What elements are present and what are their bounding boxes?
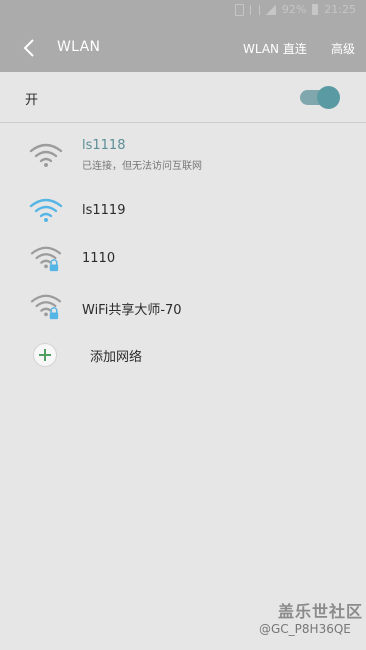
network-name: ls1118 xyxy=(82,138,126,153)
network-name: ls1119 xyxy=(82,203,126,218)
app-header: WLAN WLAN 直连 高级 xyxy=(0,24,366,72)
wifi-locked-icon xyxy=(30,246,62,272)
status-bar: 92% 21:25 xyxy=(0,0,366,24)
add-network-button[interactable]: 添加网络 xyxy=(0,334,366,374)
watermark-user: @GC_P8H36QE xyxy=(259,622,351,636)
network-item-ls1119[interactable]: ls1119 xyxy=(0,186,366,234)
wifi-icon xyxy=(29,143,63,167)
wlan-toggle[interactable] xyxy=(300,86,340,109)
advanced-button[interactable]: 高级 xyxy=(331,40,355,57)
clock: 21:25 xyxy=(324,3,356,16)
battery-percent: 92% xyxy=(281,3,307,16)
status-icons: 92% 21:25 xyxy=(234,3,356,16)
network-item-wifi-share-70[interactable]: WiFi共享大师-70 xyxy=(0,282,366,330)
divider xyxy=(0,122,366,123)
battery-icon xyxy=(312,4,319,15)
network-name: 1110 xyxy=(82,251,116,266)
switch-label: 开 xyxy=(25,93,39,108)
page-title: WLAN xyxy=(57,39,101,55)
wifi-locked-icon xyxy=(30,294,62,320)
network-item-1110[interactable]: 1110 xyxy=(0,234,366,282)
network-name: WiFi共享大师-70 xyxy=(82,303,182,318)
plus-icon xyxy=(33,343,57,367)
wlan-switch-row[interactable]: 开 xyxy=(0,72,366,122)
signal-icon xyxy=(265,4,276,15)
toggle-thumb xyxy=(317,86,340,109)
wifi-icon xyxy=(29,198,63,222)
network-status: 已连接，但无法访问互联网 xyxy=(82,161,202,172)
vibrate-icon xyxy=(249,4,260,15)
network-item-ls1118[interactable]: ls1118 已连接，但无法访问互联网 xyxy=(0,134,366,182)
wlan-direct-button[interactable]: WLAN 直连 xyxy=(243,40,307,57)
back-arrow-icon xyxy=(23,39,34,57)
back-button[interactable] xyxy=(16,34,42,62)
add-network-label: 添加网络 xyxy=(90,350,143,365)
watermark-brand: 盖乐世社区 xyxy=(278,602,364,621)
sim-icon xyxy=(234,3,244,16)
